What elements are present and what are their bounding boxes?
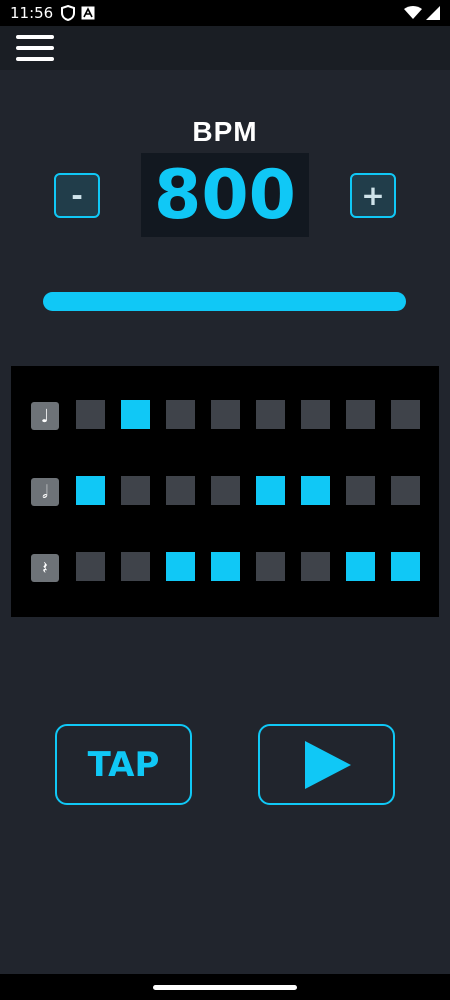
pattern-cell[interactable] xyxy=(211,476,240,505)
pattern-cell[interactable] xyxy=(256,400,285,429)
bpm-slider[interactable] xyxy=(43,292,406,311)
pattern-cell[interactable] xyxy=(346,552,375,581)
status-bar: 11:56 xyxy=(0,0,450,26)
pattern-cell[interactable] xyxy=(76,552,105,581)
bpm-value[interactable]: 800 xyxy=(141,153,309,237)
shield-icon xyxy=(61,5,76,21)
pattern-row: ♩ xyxy=(11,400,439,430)
pattern-cell[interactable] xyxy=(121,552,150,581)
hamburger-menu-icon[interactable] xyxy=(16,33,54,63)
status-right-icons xyxy=(404,6,440,20)
status-left-icons xyxy=(61,5,95,21)
pattern-cell[interactable] xyxy=(301,400,330,429)
pattern-cell[interactable] xyxy=(121,476,150,505)
pattern-cell[interactable] xyxy=(166,400,195,429)
pattern-cell[interactable] xyxy=(301,476,330,505)
pattern-cell[interactable] xyxy=(391,400,420,429)
pattern-cell[interactable] xyxy=(211,400,240,429)
pattern-cell[interactable] xyxy=(166,552,195,581)
play-icon xyxy=(304,740,351,789)
pattern-cell[interactable] xyxy=(391,552,420,581)
pattern-cell[interactable] xyxy=(211,552,240,581)
pattern-cell[interactable] xyxy=(391,476,420,505)
pattern-cell[interactable] xyxy=(256,552,285,581)
signal-icon xyxy=(426,6,440,20)
play-button[interactable] xyxy=(258,724,395,805)
rhythm-pattern-grid: ♩ 𝅗𝅥 𝄽 xyxy=(11,366,439,617)
pattern-cell[interactable] xyxy=(301,552,330,581)
home-gesture-pill[interactable] xyxy=(153,985,297,990)
pattern-cell[interactable] xyxy=(346,476,375,505)
tap-tempo-button[interactable]: TAP xyxy=(55,724,192,805)
pattern-row: 𝅗𝅥 xyxy=(11,476,439,506)
wifi-icon xyxy=(404,6,422,19)
pattern-cell[interactable] xyxy=(76,476,105,505)
status-time: 11:56 xyxy=(10,4,54,22)
app-bar xyxy=(0,26,450,70)
half-note-icon[interactable]: 𝅗𝅥 xyxy=(31,478,59,506)
text-a-icon xyxy=(81,6,95,20)
pattern-cell[interactable] xyxy=(76,400,105,429)
pattern-cell[interactable] xyxy=(166,476,195,505)
bpm-label: BPM xyxy=(192,116,258,147)
pattern-cell[interactable] xyxy=(121,400,150,429)
system-nav-bar xyxy=(0,974,450,1000)
quarter-note-icon[interactable]: ♩ xyxy=(31,402,59,430)
pattern-cell[interactable] xyxy=(346,400,375,429)
increase-bpm-button[interactable]: + xyxy=(350,173,396,218)
pattern-row: 𝄽 xyxy=(11,552,439,582)
rest-icon[interactable]: 𝄽 xyxy=(31,554,59,582)
pattern-cell[interactable] xyxy=(256,476,285,505)
decrease-bpm-button[interactable]: - xyxy=(54,173,100,218)
